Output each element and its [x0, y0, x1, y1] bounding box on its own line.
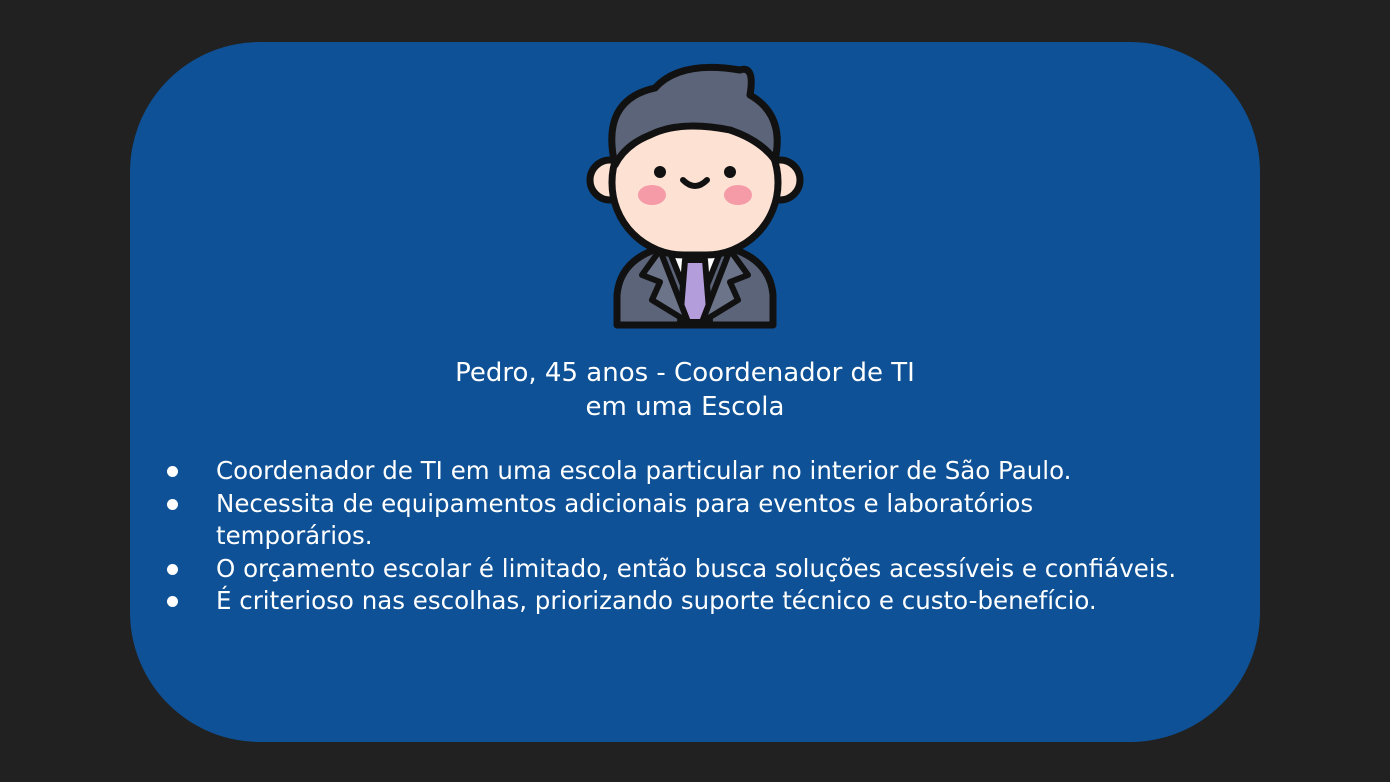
list-item: Necessita de equipamentos adicionais par… [165, 488, 1116, 553]
persona-title: Pedro, 45 anos - Coordenador de TI em um… [395, 356, 975, 424]
businessman-avatar-icon [580, 60, 810, 335]
list-item-text: É criterioso nas escolhas, priorizando s… [216, 586, 1097, 615]
list-item-text: O orçamento escolar é limitado, então bu… [216, 553, 1177, 583]
list-item: Coordenador de TI em uma escola particul… [165, 455, 1250, 488]
persona-bullet-list: Coordenador de TI em uma escola particul… [165, 455, 1250, 618]
bullet-dot-icon [167, 466, 178, 477]
bullet-dot-icon [167, 563, 178, 575]
persona-title-line-2: em uma Escola [585, 392, 785, 422]
list-item-text: Coordenador de TI em uma escola particul… [216, 456, 1072, 485]
persona-title-line-1: Pedro, 45 anos - Coordenador de TI [455, 358, 915, 388]
bullet-dot-icon [167, 596, 178, 607]
list-item: O orçamento escolar é limitado, então bu… [165, 553, 1250, 586]
list-item-text: Necessita de equipamentos adicionais par… [216, 488, 1034, 551]
list-item: É criterioso nas escolhas, priorizando s… [165, 585, 1250, 618]
bullet-dot-icon [167, 498, 178, 510]
